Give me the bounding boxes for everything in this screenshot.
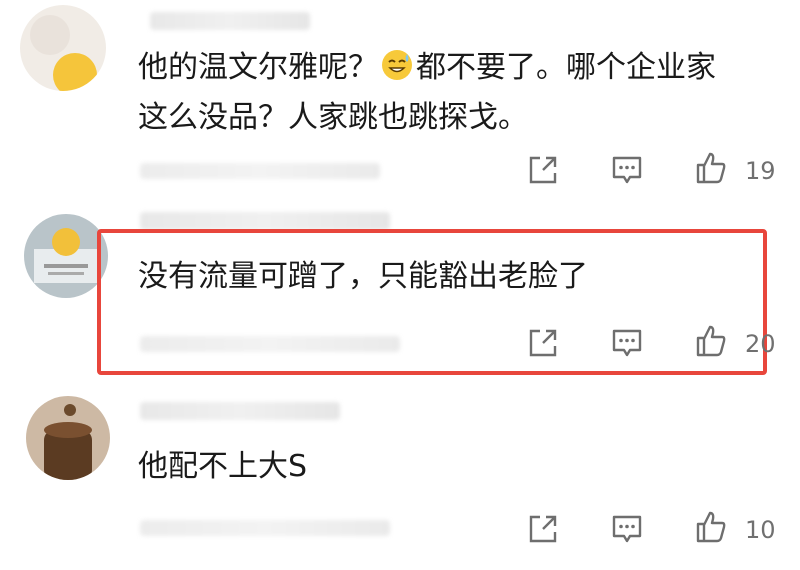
comment-meta-blurred xyxy=(140,336,400,352)
reply-button[interactable] xyxy=(610,512,644,546)
thumbs-up-icon xyxy=(696,152,726,184)
comment-icon xyxy=(612,329,642,357)
like-count: 19 xyxy=(745,157,776,185)
highlight-box xyxy=(97,229,767,375)
sweat-smile-emoji-icon xyxy=(380,48,414,82)
reply-button[interactable] xyxy=(610,153,644,187)
reply-button[interactable] xyxy=(610,326,644,360)
username-blurred[interactable] xyxy=(140,212,390,230)
thumbs-up-icon xyxy=(696,511,726,543)
comment-icon xyxy=(612,515,642,543)
like-button[interactable] xyxy=(694,510,728,544)
share-button[interactable] xyxy=(526,326,560,360)
comment-text-part: 他的温文尔雅呢？ xyxy=(138,50,378,85)
username-blurred[interactable] xyxy=(150,12,310,30)
comment-text: 他的温文尔雅呢？ 都不要了。哪个企业家 xyxy=(138,45,716,91)
like-button[interactable] xyxy=(694,151,728,185)
avatar[interactable] xyxy=(24,214,108,298)
like-button[interactable] xyxy=(694,324,728,358)
share-icon xyxy=(529,329,557,357)
comment-text: 他配不上大S xyxy=(138,449,308,484)
comment-text: 这么没品？人家跳也跳探戈。 xyxy=(138,100,528,135)
comment-meta-blurred xyxy=(140,520,390,536)
share-icon xyxy=(529,515,557,543)
comment-meta-blurred xyxy=(140,163,380,179)
avatar-image xyxy=(24,214,108,298)
comment-icon xyxy=(612,156,642,184)
avatar-image xyxy=(26,396,110,480)
avatar-image xyxy=(20,5,106,91)
share-icon xyxy=(529,156,557,184)
share-button[interactable] xyxy=(526,512,560,546)
like-count: 20 xyxy=(745,330,776,358)
share-button[interactable] xyxy=(526,153,560,187)
comment-text-part: 都不要了。哪个企业家 xyxy=(416,50,716,85)
comment-text: 没有流量可蹭了，只能豁出老脸了 xyxy=(138,259,588,294)
avatar[interactable] xyxy=(26,396,110,480)
avatar[interactable] xyxy=(20,5,106,91)
username-blurred[interactable] xyxy=(140,402,340,420)
like-count: 10 xyxy=(745,516,776,544)
thumbs-up-icon xyxy=(696,325,726,357)
